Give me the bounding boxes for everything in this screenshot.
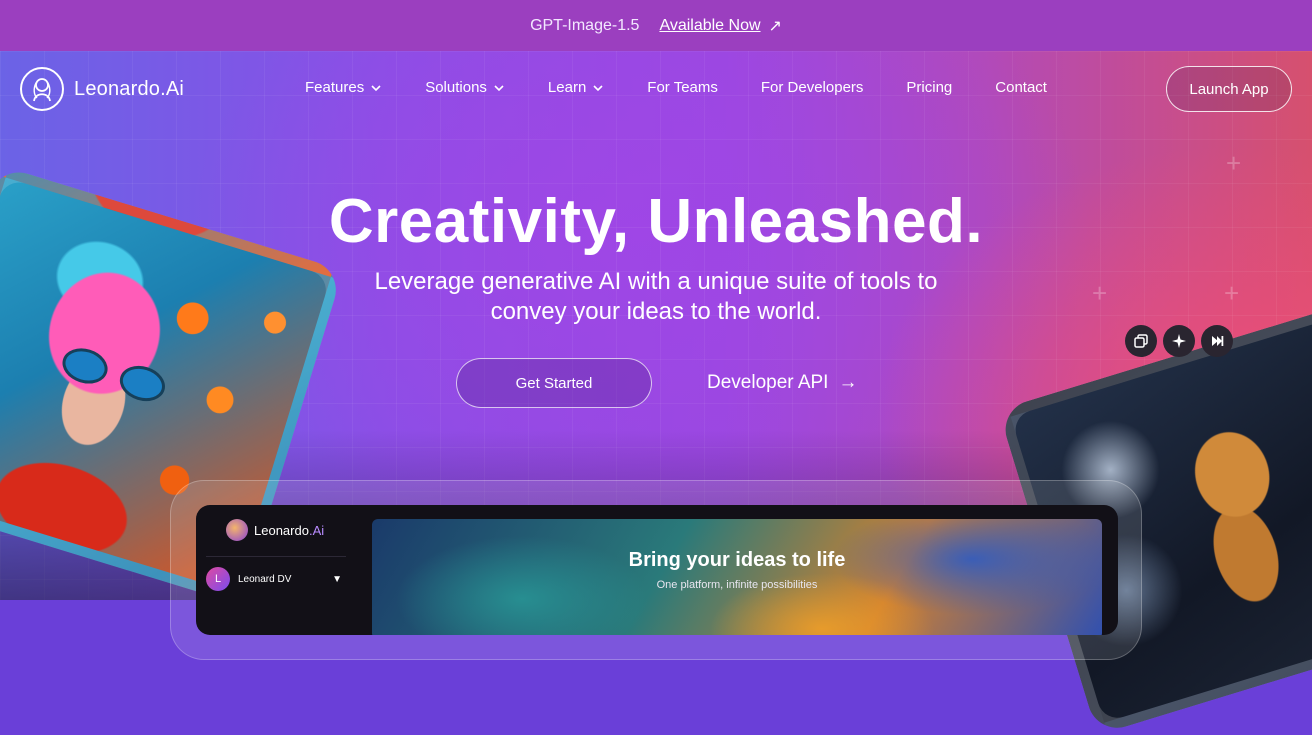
- brand-name: Leonardo.Ai: [74, 77, 185, 100]
- developer-api-link[interactable]: Developer API →: [707, 372, 857, 394]
- chevron-down-icon: [371, 84, 381, 91]
- arrow-right-icon: →: [838, 372, 858, 393]
- plus-decoration-icon: +: [1226, 148, 1242, 178]
- nav-item-label: For Teams: [647, 79, 718, 96]
- nav-item-label: Solutions: [425, 79, 487, 96]
- nav-item-for-teams[interactable]: For Teams: [647, 79, 718, 96]
- app-preview-screen: Leonardo .Ai L Leonard DV ▼ Bring your id…: [196, 505, 1118, 635]
- banner-subtitle: One platform, infinite possibilities: [656, 579, 818, 591]
- leonardo-avatar-icon: [226, 519, 248, 541]
- arrow-up-right-icon[interactable]: ↗: [769, 16, 782, 36]
- chevron-down-icon: [593, 84, 603, 91]
- sunglasses-shape: [58, 342, 173, 408]
- banner-title: Bring your ideas to life: [628, 549, 846, 571]
- app-preview-logo-text: Leonardo: [254, 522, 309, 538]
- sidebar-divider: [206, 556, 346, 557]
- nav-item-contact[interactable]: Contact: [995, 79, 1047, 96]
- brand-logo[interactable]: Leonardo.Ai: [20, 67, 184, 111]
- app-preview-logo-suffix: .Ai: [308, 522, 325, 538]
- announcement-model: GPT-Image-1.5: [530, 16, 640, 34]
- launch-app-button[interactable]: Launch App: [1166, 66, 1292, 112]
- nav-item-solutions[interactable]: Solutions: [425, 79, 505, 96]
- nav-item-pricing[interactable]: Pricing: [906, 79, 952, 96]
- app-preview-banner: Bring your ideas to life One platform, i…: [372, 519, 1102, 635]
- get-started-button[interactable]: Get Started: [456, 358, 652, 408]
- nav-item-label: Features: [305, 79, 365, 96]
- announcement-link[interactable]: Available Now: [659, 17, 760, 35]
- nav-item-label: Pricing: [906, 79, 953, 96]
- plus-decoration-icon: +: [1092, 278, 1108, 308]
- nav-links: Features Solutions Learn For Teams For D…: [305, 79, 1047, 96]
- user-name: Leonard DV: [238, 573, 292, 585]
- plus-decoration-icon: +: [1224, 278, 1240, 308]
- hero-subheadline: Leverage generative AI with a unique sui…: [374, 268, 938, 325]
- sparkle-icon[interactable]: [1163, 325, 1195, 357]
- user-avatar: L: [206, 567, 230, 591]
- caret-down-icon: ▼: [332, 573, 342, 585]
- nav-item-features[interactable]: Features: [305, 79, 382, 96]
- skip-icon[interactable]: [1201, 325, 1233, 357]
- developer-api-label: Developer API: [707, 372, 829, 393]
- announcement-bar: GPT-Image-1.5 Available Now ↗: [0, 0, 1312, 51]
- app-preview-logo: Leonardo .Ai: [226, 519, 324, 541]
- nav-item-learn[interactable]: Learn: [548, 79, 604, 96]
- nav-item-label: Learn: [547, 79, 587, 96]
- leonardo-logo-icon: [20, 67, 64, 111]
- app-preview-sidebar: Leonardo .Ai L Leonard DV ▼: [196, 505, 356, 635]
- app-preview-user: L Leonard DV ▼: [206, 567, 342, 591]
- hero-headline: Creativity, Unleashed.: [328, 187, 984, 256]
- nav-item-label: For Developers: [760, 79, 864, 96]
- image-tool-row: [1125, 325, 1239, 357]
- copy-icon[interactable]: [1125, 325, 1157, 357]
- chevron-down-icon: [494, 84, 504, 91]
- nav-item-for-developers[interactable]: For Developers: [761, 79, 864, 96]
- top-nav: Leonardo.Ai Features Solutions Learn For…: [0, 51, 1312, 127]
- nav-item-label: Contact: [995, 79, 1047, 96]
